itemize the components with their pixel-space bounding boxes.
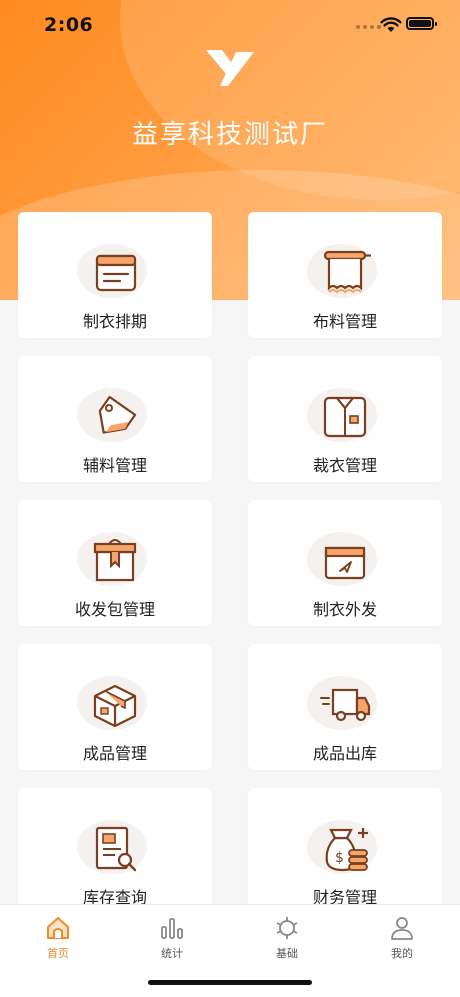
menu-card-package[interactable]: 收发包管理 <box>18 500 212 626</box>
menu-content[interactable]: 制衣排期 布料管理 辅料管理 裁衣管理 收发包管理 制衣外发 成品管理 成品出库… <box>0 212 460 904</box>
user-icon <box>391 917 413 940</box>
bar-chart-icon <box>161 918 183 939</box>
tab-home[interactable]: 首页 <box>28 915 88 961</box>
product-box-icon <box>93 684 137 728</box>
menu-card-inventory[interactable]: 库存查询 <box>18 788 212 904</box>
menu-grid: 制衣排期 布料管理 辅料管理 裁衣管理 收发包管理 制衣外发 成品管理 成品出库… <box>0 212 460 904</box>
menu-card-products[interactable]: 成品管理 <box>18 644 212 770</box>
package-icon <box>93 539 137 582</box>
menu-card-label: 裁衣管理 <box>312 456 377 475</box>
menu-card-label: 制衣排期 <box>82 312 147 331</box>
menu-card-cutting[interactable]: 裁衣管理 <box>248 356 442 482</box>
home-indicator[interactable] <box>148 980 312 985</box>
battery-icon <box>406 17 437 30</box>
menu-card-label: 成品出库 <box>312 744 377 763</box>
menu-card-accessories[interactable]: 辅料管理 <box>18 356 212 482</box>
status-time: 2:06 <box>44 14 94 36</box>
dispatch-box-icon <box>324 546 366 580</box>
menu-card-label: 成品管理 <box>82 744 147 763</box>
svg-text:$: $ <box>335 850 344 866</box>
menu-card-label: 辅料管理 <box>82 456 147 475</box>
tab-label: 我的 <box>391 947 413 960</box>
tab-label: 基础 <box>276 947 298 960</box>
tab-stats[interactable]: 统计 <box>142 915 202 961</box>
inventory-search-icon <box>95 826 137 872</box>
menu-card-fabric[interactable]: 布料管理 <box>248 212 442 338</box>
status-bar: 2:06 <box>0 0 460 50</box>
tag-icon <box>98 395 137 434</box>
menu-card-label: 库存查询 <box>82 888 147 904</box>
fabric-roll-icon <box>323 250 371 294</box>
menu-card-outbound[interactable]: 成品出库 <box>248 644 442 770</box>
menu-card-label: 收发包管理 <box>74 600 155 619</box>
menu-card-label: 财务管理 <box>312 888 377 904</box>
calendar-icon <box>95 254 137 292</box>
menu-card-schedule[interactable]: 制衣排期 <box>18 212 212 338</box>
tab-label: 统计 <box>161 947 183 960</box>
menu-card-label: 制衣外发 <box>312 600 377 619</box>
menu-card-dispatch[interactable]: 制衣外发 <box>248 500 442 626</box>
shirt-icon <box>323 396 367 438</box>
tab-profile[interactable]: 我的 <box>372 915 432 961</box>
brand-logo-icon <box>206 50 254 86</box>
tab-label: 首页 <box>47 947 69 960</box>
home-icon <box>47 917 69 939</box>
delivery-truck-icon <box>320 688 371 722</box>
menu-card-finance[interactable]: $ 财务管理 <box>248 788 442 904</box>
tab-basics[interactable]: 基础 <box>257 915 317 961</box>
money-bag-icon: $ <box>325 828 368 872</box>
signal-icon <box>356 25 381 29</box>
wifi-icon <box>380 17 402 32</box>
brand-title: 益享科技测试厂 <box>131 120 328 150</box>
settings-hex-icon <box>276 917 298 939</box>
menu-card-label: 布料管理 <box>312 312 377 331</box>
